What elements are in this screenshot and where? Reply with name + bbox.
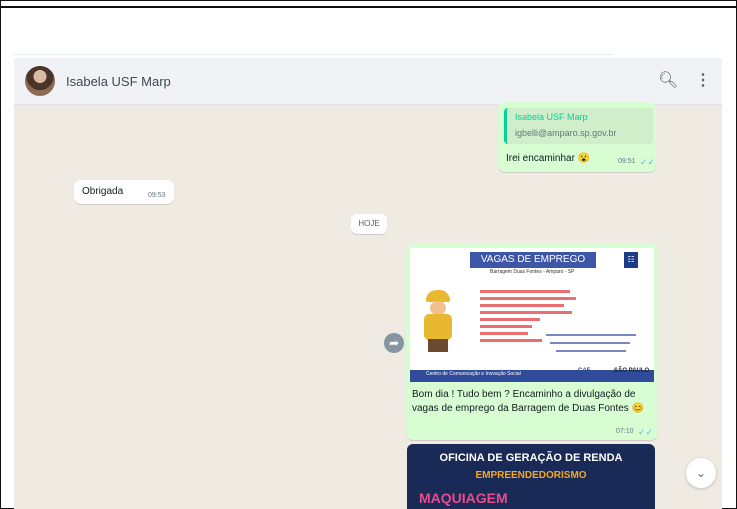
top-rule: [0, 6, 737, 8]
message-text: Irei encaminhar 😮: [506, 153, 591, 164]
poster-line-3: MAQUIAGEM: [419, 490, 508, 506]
job-poster-image[interactable]: VAGAS DE EMPREGO ☷ Barragem Duas Fontes …: [410, 248, 654, 382]
quoted-message[interactable]: Isabela USF Marp igbelli@amparo.sp.gov.b…: [504, 108, 653, 144]
message-outgoing[interactable]: Isabela USF Marp igbelli@amparo.sp.gov.b…: [498, 102, 656, 172]
search-icon[interactable]: 🔍︎: [658, 70, 678, 90]
poster-title: VAGAS DE EMPREGO: [470, 252, 596, 268]
poster-subtitle: Barragem Duas Fontes - Amparo - SP: [490, 269, 575, 275]
chat-header[interactable]: Isabela USF Marp 🔍︎ ⋮: [14, 58, 722, 105]
worker-illustration: [420, 290, 460, 352]
avatar[interactable]: [25, 66, 55, 96]
header-divider: [14, 54, 614, 55]
sao-paulo-logo: SÃO PAULO: [614, 368, 650, 374]
day-separator: HOJE: [351, 214, 387, 234]
poster-contact-line: [546, 334, 636, 336]
poster-contact-line: [550, 342, 630, 344]
message-time: 09:51: [618, 158, 636, 165]
workshop-poster-image[interactable]: OFICINA DE GERAÇÃO DE RENDA EMPREENDEDOR…: [407, 444, 655, 509]
message-outgoing-image[interactable]: VAGAS DE EMPREGO ☷ Barragem Duas Fontes …: [406, 244, 658, 440]
poster-contact-line: [556, 350, 626, 352]
chevron-down-icon: ⌄: [695, 466, 707, 480]
contact-name[interactable]: Isabela USF Marp: [66, 74, 171, 89]
poster-footer-text: Centro de Comunicação e Inovação Social: [426, 371, 521, 377]
scroll-down-button[interactable]: ⌄: [686, 458, 716, 488]
quote-name: Isabela USF Marp: [515, 112, 588, 122]
caf-logo: CAF: [578, 368, 591, 374]
flag-icon: ☷: [624, 252, 638, 268]
message-text: Obrigada: [82, 186, 124, 197]
read-tick-icon: ✓✓: [638, 427, 654, 437]
message-caption: Bom dia ! Tudo bem ? Encaminho a divulga…: [412, 389, 645, 414]
menu-icon[interactable]: ⋮: [695, 70, 711, 90]
poster-job-list: [480, 290, 580, 346]
quote-email: igbelli@amparo.sp.gov.br: [515, 128, 617, 138]
message-time: 07:10: [616, 428, 634, 435]
poster-line-2: EMPREENDEDORISMO: [475, 470, 587, 481]
forward-icon[interactable]: ➦: [384, 333, 404, 353]
message-incoming[interactable]: Obrigada 09:53: [74, 180, 174, 204]
poster-line-1: OFICINA DE GERAÇÃO DE RENDA: [439, 452, 623, 464]
message-time: 09:53: [148, 192, 166, 199]
read-tick-icon: ✓✓: [640, 157, 656, 167]
chat-panel: Isabela USF Marp 🔍︎ ⋮ Isabela USF Marp i…: [14, 58, 722, 509]
